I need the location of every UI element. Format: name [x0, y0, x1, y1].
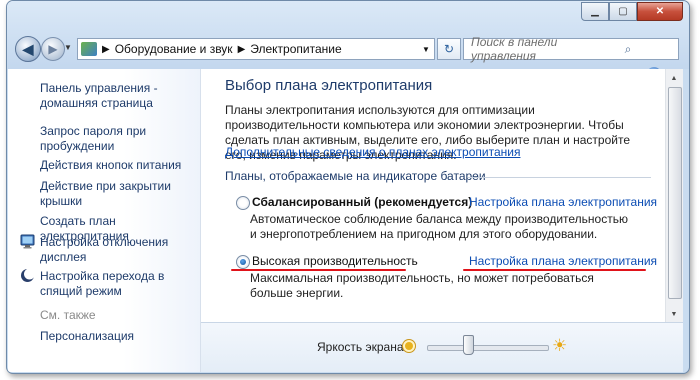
control-panel-window: ▁ ▢ ✕ ◀ ▶ ▼ ▶ Оборудование и звук ▶ Элек…: [6, 0, 690, 374]
refresh-button[interactable]: ↻: [437, 38, 461, 60]
sidebar-item-sleep[interactable]: Настройка перехода в спящий режим: [40, 269, 170, 299]
sidebar-item-password[interactable]: Запрос пароля при пробуждении: [40, 124, 155, 154]
back-button[interactable]: ◀: [15, 36, 41, 62]
close-button[interactable]: ✕: [637, 2, 683, 21]
brightness-slider-track[interactable]: [427, 345, 549, 351]
monitor-icon: [20, 234, 35, 249]
bottom-bar: Яркость экрана: ☀: [201, 322, 683, 372]
scroll-up-icon[interactable]: ▲: [668, 71, 680, 85]
plans-group-label: Планы, отображаемые на индикаторе батаре…: [225, 169, 486, 183]
sidebar: Панель управления - домашняя страница За…: [8, 69, 201, 372]
sidebar-item-personalization[interactable]: Персонализация: [40, 329, 134, 344]
scrollbar-thumb[interactable]: [668, 87, 682, 299]
caption-buttons: ▁ ▢ ✕: [581, 2, 683, 21]
plan-high-performance-settings-link[interactable]: Настройка плана электропитания: [469, 254, 657, 268]
bright-sun-icon: ☀: [552, 336, 568, 355]
group-divider: [468, 177, 651, 178]
plan-balanced-settings-link[interactable]: Настройка плана электропитания: [469, 195, 657, 209]
main-content: Выбор плана электропитания Планы электро…: [201, 69, 665, 323]
scroll-down-icon[interactable]: ▼: [668, 307, 680, 321]
arrow-right-icon: ▶: [48, 42, 58, 56]
minimize-button[interactable]: ▁: [581, 2, 609, 21]
sidebar-item-lid[interactable]: Действие при закрытии крышки: [40, 179, 180, 209]
more-info-link[interactable]: Дополнительные сведения о планах электро…: [225, 145, 520, 159]
address-bar[interactable]: ▶ Оборудование и звук ▶ Электропитание ▼: [77, 38, 435, 60]
sidebar-item-power-buttons[interactable]: Действия кнопок питания: [40, 158, 181, 173]
breadcrumb-separator-icon[interactable]: ▶: [102, 44, 110, 55]
dim-sun-icon: [405, 342, 413, 350]
sidebar-item-display-off[interactable]: Настройка отключения дисплея: [40, 235, 170, 265]
see-also-heading: См. также: [40, 308, 96, 322]
plan-balanced-radio[interactable]: [236, 196, 250, 210]
plan-high-performance-description: Максимальная производительность, но може…: [250, 271, 594, 300]
forward-button[interactable]: ▶: [41, 37, 65, 61]
brightness-label: Яркость экрана:: [317, 340, 407, 354]
breadcrumb-power[interactable]: Электропитание: [250, 42, 341, 56]
vertical-scrollbar[interactable]: ▲ ▼: [665, 69, 683, 323]
plan-balanced-name[interactable]: Сбалансированный (рекомендуется): [252, 195, 472, 209]
moon-icon: [21, 268, 35, 282]
control-panel-icon: [81, 42, 97, 56]
maximize-button[interactable]: ▢: [609, 2, 637, 21]
search-icon[interactable]: ⌕: [571, 42, 678, 57]
plan-high-performance-radio[interactable]: [236, 255, 250, 269]
sidebar-home-link[interactable]: Панель управления - домашняя страница: [40, 81, 190, 111]
refresh-icon: ↻: [443, 42, 455, 56]
window-frame: ▁ ▢ ✕ ◀ ▶ ▼ ▶ Оборудование и звук ▶ Элек…: [7, 1, 689, 69]
search-box[interactable]: Поиск в панели управления ⌕: [463, 35, 679, 63]
page-title: Выбор плана электропитания: [225, 77, 433, 94]
plan-high-performance-name[interactable]: Высокая производительность: [252, 254, 418, 268]
brightness-slider-thumb[interactable]: [462, 335, 474, 355]
breadcrumb-hardware[interactable]: Оборудование и звук: [115, 42, 233, 56]
breadcrumb-separator-icon[interactable]: ▶: [238, 44, 246, 55]
search-input[interactable]: Поиск в панели управления: [464, 35, 571, 63]
plan-balanced-description: Автоматическое соблюдение баланса между …: [250, 212, 628, 241]
address-dropdown-icon[interactable]: ▼: [418, 45, 434, 54]
recent-pages-dropdown[interactable]: ▼: [64, 43, 72, 52]
arrow-left-icon: ◀: [22, 40, 34, 57]
